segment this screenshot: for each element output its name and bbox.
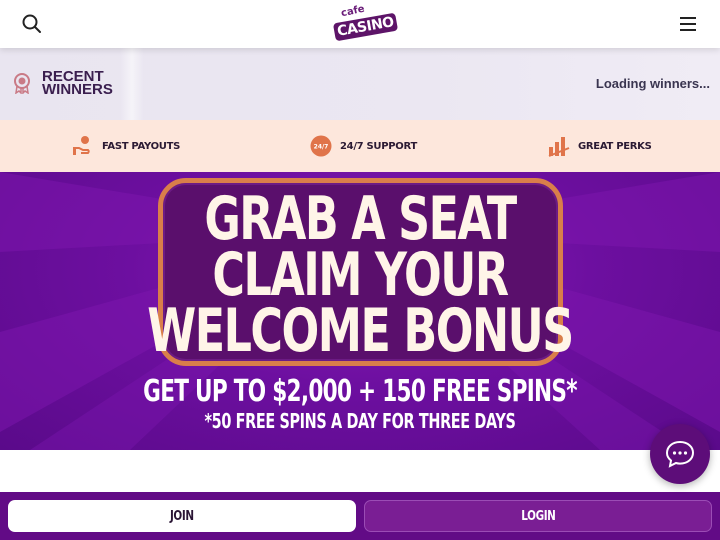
top-header: cafe CASINO [0, 0, 720, 48]
recent-winners-title: RECENT WINNERS [42, 69, 122, 98]
recent-winners-section: RECENT WINNERS Loading winners... [0, 48, 720, 120]
hand-coin-icon [73, 136, 90, 155]
hero-offer-subtext: *50 FREE SPINS A DAY FOR THREE DAYS [204, 409, 516, 433]
feature-fast-payouts: FAST PAYOUTS [72, 134, 180, 158]
cafe-casino-logo[interactable]: cafe CASINO [332, 3, 399, 42]
feature-perks: GREAT PERKS [548, 134, 652, 158]
login-button-label: LOGIN [520, 508, 556, 524]
features-bar: FAST PAYOUTS 24/7 24/7 SUPPORT GREAT PER… [0, 120, 720, 172]
join-button[interactable]: JOIN [8, 500, 356, 532]
winners-title-line2: WINNERS [42, 81, 113, 98]
winners-divider [120, 48, 144, 120]
login-button[interactable]: LOGIN [364, 500, 712, 532]
feature-label: FAST PAYOUTS [102, 140, 181, 152]
join-button-label: JOIN [170, 508, 194, 524]
logo-cafe-text: cafe [340, 3, 366, 20]
hero-offer-text: GET UP TO $2,000 + 150 FREE SPINS* [143, 374, 577, 409]
svg-text:24/7: 24/7 [314, 144, 329, 151]
medal-icon [12, 72, 32, 95]
feature-support: 24/7 24/7 SUPPORT [310, 134, 417, 158]
feature-label: GREAT PERKS [578, 140, 652, 152]
bar-chart-icon [548, 137, 570, 157]
bottom-action-bar: JOIN LOGIN [0, 492, 720, 540]
24-7-support-icon: 24/7 [310, 135, 332, 157]
hamburger-menu-icon[interactable] [676, 12, 700, 36]
hero-headline-line3: WELCOME BONUS [147, 296, 574, 366]
chat-bubble-icon [665, 440, 695, 468]
feature-label: 24/7 SUPPORT [340, 140, 417, 152]
live-chat-button[interactable] [650, 424, 710, 484]
winners-loading-status: Loading winners... [595, 76, 710, 91]
search-icon[interactable] [20, 12, 44, 36]
content-panel [10, 450, 710, 492]
welcome-bonus-banner[interactable]: GRAB A SEAT CLAIM YOUR WELCOME BONUS GET… [0, 172, 720, 450]
